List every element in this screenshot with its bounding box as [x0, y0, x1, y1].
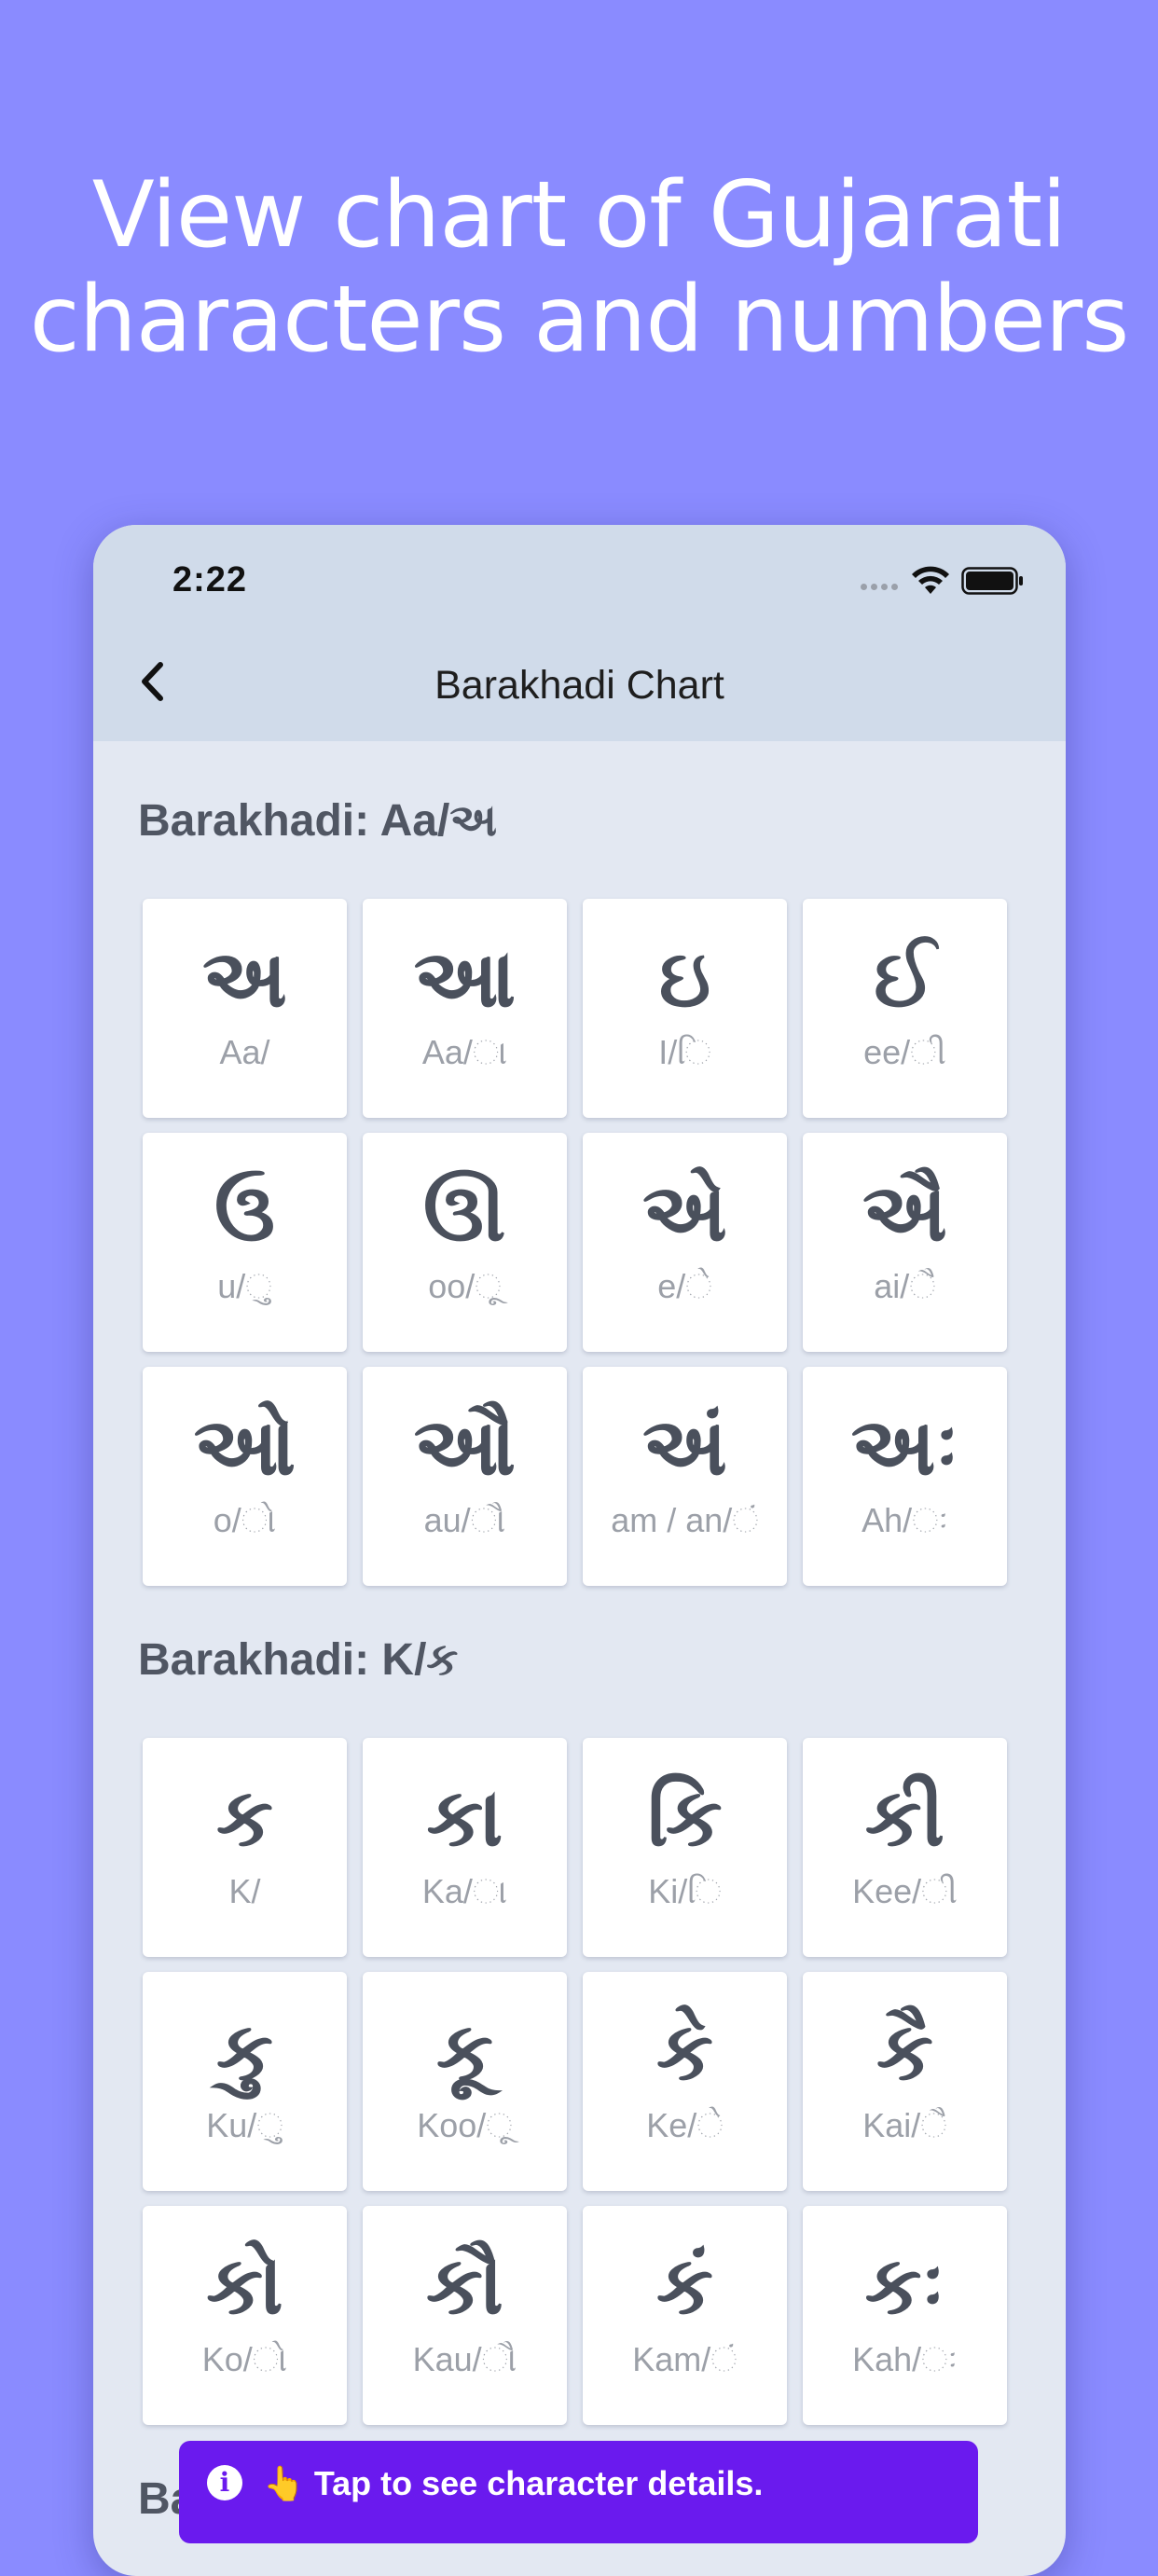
character-glyph: ઔ [413, 1400, 517, 1494]
character-card[interactable]: ઇ I/િ [583, 899, 787, 1118]
character-card[interactable]: અઃ Ah/ઃ [803, 1367, 1007, 1586]
headline-line-2: characters and numbers [29, 267, 1130, 373]
character-glyph: કુ [216, 2005, 273, 2099]
character-card[interactable]: ઈ ee/ી [803, 899, 1007, 1118]
character-glyph: કે [656, 2005, 713, 2099]
barakhadi-grid-k: ક K/ કા Ka/ા કિ Ki/િ કી Kee/ી કુ Ku/ુ કૂ Koo/ૂ… [143, 1738, 1010, 2425]
character-label: Ku/ુ [206, 2106, 283, 2144]
character-label: au/ૌ [423, 1501, 506, 1539]
character-label: Kah/ઃ [852, 2340, 958, 2378]
character-card[interactable]: કં Kam/ં [583, 2206, 787, 2425]
character-card[interactable]: અ Aa/ [143, 899, 347, 1118]
character-label: ai/ૈ [874, 1267, 936, 1305]
character-glyph: ઉ [214, 1166, 276, 1260]
character-label: o/ો [213, 1501, 277, 1539]
status-icons [861, 566, 1025, 596]
navigation-header: 2:22 Barakhadi Chart [93, 525, 1066, 741]
wifi-icon [912, 566, 949, 594]
character-label: Kau/ૌ [412, 2340, 517, 2378]
character-label: Ka/ા [421, 1872, 508, 1910]
character-label: e/ે [657, 1267, 712, 1305]
character-label: Ke/ે [646, 2106, 724, 2144]
character-card[interactable]: ઊ oo/ૂ [363, 1133, 567, 1352]
character-card[interactable]: કઃ Kah/ઃ [803, 2206, 1007, 2425]
character-glyph: ઐ [862, 1166, 947, 1260]
character-label: u/ુ [217, 1267, 272, 1305]
character-glyph: કઃ [864, 2239, 945, 2333]
character-card[interactable]: ઉ u/ુ [143, 1133, 347, 1352]
character-card[interactable]: ઐ ai/ૈ [803, 1133, 1007, 1352]
character-card[interactable]: કી Kee/ી [803, 1738, 1007, 1957]
character-label: Aa/ા [421, 1033, 508, 1071]
character-glyph: કૂ [436, 2005, 493, 2099]
character-label: ee/ી [863, 1033, 946, 1071]
character-card[interactable]: કૈ Kai/ૈ [803, 1972, 1007, 2191]
character-label: oo/ૂ [428, 1267, 502, 1305]
character-card[interactable]: કા Ka/ા [363, 1738, 567, 1957]
character-card[interactable]: કૂ Koo/ૂ [363, 1972, 567, 2191]
section-title-k: Barakhadi: K/ક [138, 1635, 459, 1685]
marketing-headline: View chart of Gujarati characters and nu… [0, 163, 1158, 372]
barakhadi-grid-aa: અ Aa/ આ Aa/ા ઇ I/િ ઈ ee/ી ઉ u/ુ ઊ oo/ૂ એ e/ે ઐa… [143, 899, 1010, 1586]
character-glyph: ઈ [874, 932, 936, 1026]
info-icon: i [207, 2465, 242, 2500]
hint-toast[interactable]: i 👆 Tap to see character details. [179, 2441, 978, 2543]
cellular-signal-icon [861, 583, 898, 590]
character-card[interactable]: ઔ au/ૌ [363, 1367, 567, 1586]
status-time: 2:22 [172, 560, 248, 599]
character-label: Kee/ી [852, 1872, 958, 1910]
character-card[interactable]: આ Aa/ા [363, 899, 567, 1118]
battery-icon [961, 567, 1023, 595]
character-glyph: અ [202, 932, 287, 1026]
character-glyph: આ [413, 932, 517, 1026]
character-card[interactable]: ઓ o/ો [143, 1367, 347, 1586]
character-glyph: કિ [647, 1771, 723, 1865]
character-card[interactable]: એ e/ે [583, 1133, 787, 1352]
character-label: am / an/ં [611, 1501, 759, 1539]
character-glyph: કં [656, 2239, 713, 2333]
character-card[interactable]: અં am / an/ં [583, 1367, 787, 1586]
character-glyph: કૈ [876, 2005, 933, 2099]
character-label: Ko/ો [201, 2340, 288, 2378]
character-glyph: કૌ [426, 2239, 503, 2333]
character-label: K/ [228, 1872, 261, 1910]
character-label: Ki/િ [648, 1872, 722, 1910]
character-glyph: કી [864, 1771, 945, 1865]
character-glyph: કા [426, 1771, 503, 1865]
character-glyph: ઇ [658, 932, 711, 1026]
character-card[interactable]: કે Ke/ે [583, 1972, 787, 2191]
section-title-aa: Barakhadi: Aa/અ [138, 796, 497, 846]
character-glyph: એ [642, 1166, 727, 1260]
character-label: Ah/ઃ [862, 1501, 948, 1539]
character-glyph: અઃ [850, 1400, 959, 1494]
headline-line-1: View chart of Gujarati [91, 162, 1068, 269]
character-glyph: કો [206, 2239, 283, 2333]
character-label: Kai/ૈ [862, 2106, 947, 2144]
character-label: Koo/ૂ [417, 2106, 513, 2144]
character-card[interactable]: ક K/ [143, 1738, 347, 1957]
character-card[interactable]: કુ Ku/ુ [143, 1972, 347, 2191]
character-label: Aa/ [219, 1033, 270, 1071]
character-label: I/િ [658, 1033, 711, 1071]
character-glyph: ઊ [423, 1166, 506, 1260]
page-title: Barakhadi Chart [434, 663, 724, 708]
character-card[interactable]: કૌ Kau/ૌ [363, 2206, 567, 2425]
toast-text: 👆 Tap to see character details. [263, 2464, 764, 2502]
character-glyph: અં [642, 1400, 727, 1494]
character-card[interactable]: કો Ko/ો [143, 2206, 347, 2425]
character-glyph: ઓ [193, 1400, 296, 1494]
character-glyph: ક [216, 1771, 273, 1865]
phone-screen: 2:22 Barakhadi Chart Barakhadi: Aa/અ અ A… [93, 525, 1066, 2576]
character-card[interactable]: કિ Ki/િ [583, 1738, 787, 1957]
character-label: Kam/ં [632, 2340, 738, 2378]
